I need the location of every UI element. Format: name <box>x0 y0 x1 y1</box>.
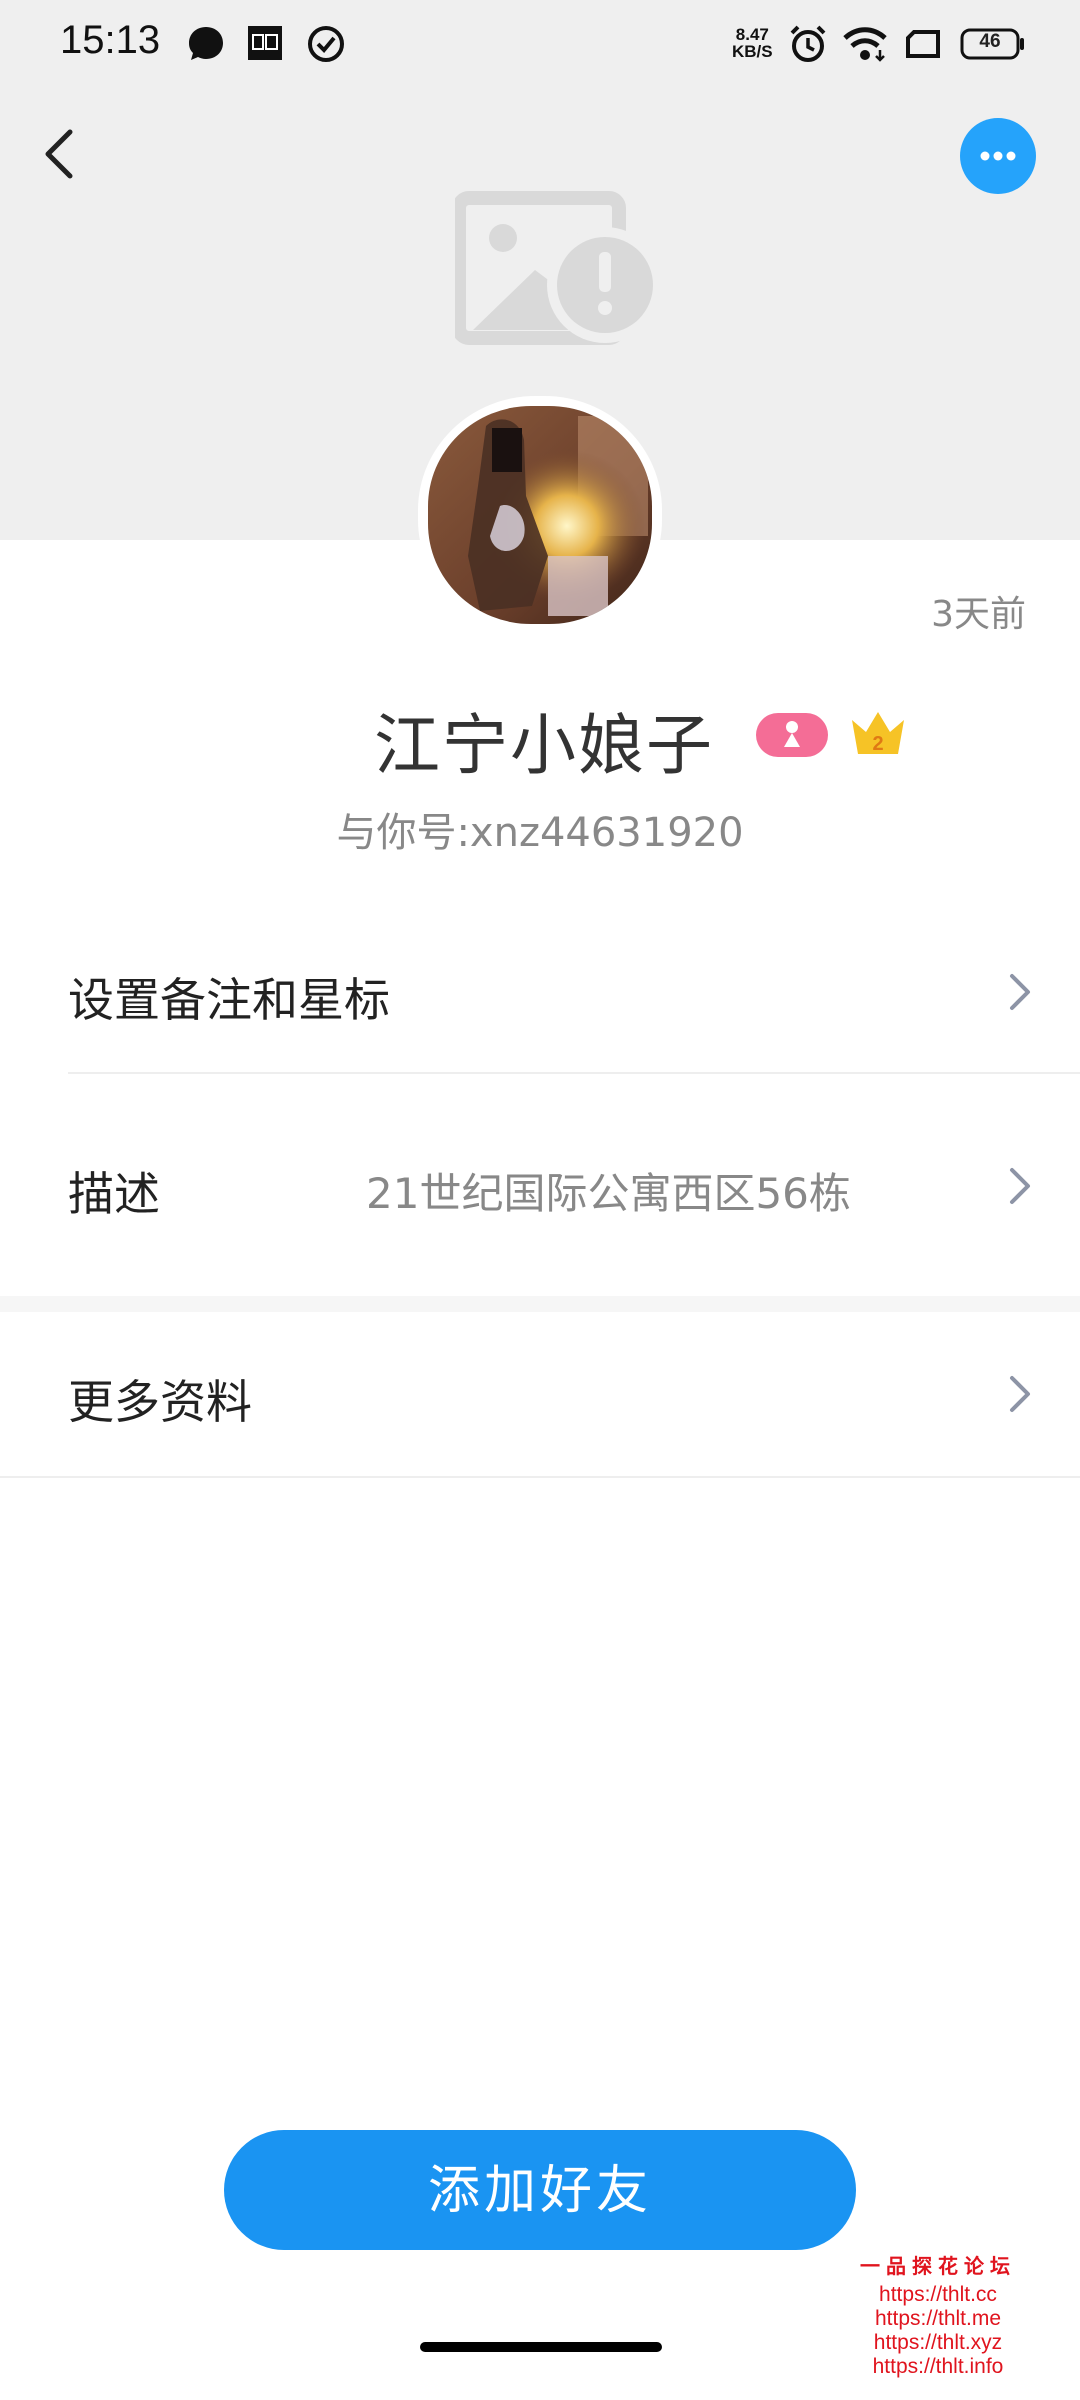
divider <box>68 1072 1080 1074</box>
chat-bubble-icon <box>189 27 223 60</box>
description-value: 21世纪国际公寓西区56栋 <box>366 1169 851 1218</box>
alarm-icon <box>790 25 826 62</box>
battery-level: 46 <box>979 31 1001 52</box>
watermark-url: https://thlt.me <box>874 2307 1002 2330</box>
avatar[interactable] <box>418 396 662 634</box>
section-gap <box>0 1296 1080 1312</box>
chevron-right-icon <box>1010 1376 1030 1412</box>
add-friend-button[interactable]: 添加好友 <box>224 2130 856 2250</box>
gender-badge <box>756 713 828 757</box>
broken-image-icon <box>455 191 663 345</box>
watermark-title: 一品探花论坛 <box>860 2256 1016 2278</box>
nickname: 江宁小娘子 <box>374 707 714 784</box>
more-dots-icon <box>980 151 1016 161</box>
crown-level-badge: 2 <box>848 708 908 762</box>
chevron-right-icon <box>1010 1168 1030 1204</box>
net-speed-value: 8.47 <box>735 25 769 44</box>
net-speed-unit: KB/S <box>732 42 773 61</box>
watermark-url: https://thlt.xyz <box>873 2331 1003 2354</box>
more-info-row[interactable]: 更多资料 <box>0 1316 1080 1478</box>
check-circle-icon <box>308 26 344 62</box>
set-remark-star-row[interactable]: 设置备注和星标 <box>0 912 1080 1074</box>
back-button[interactable] <box>38 120 86 188</box>
wifi-icon <box>843 27 887 62</box>
screen-rotate-icon <box>906 30 940 58</box>
more-options-button[interactable] <box>960 118 1036 194</box>
avatar-photo <box>428 406 652 624</box>
chevron-left-icon <box>45 129 73 179</box>
crown-icon: 2 <box>852 712 904 755</box>
row-label: 描述 <box>68 1167 160 1221</box>
network-speed: 8.47 KB/S <box>732 26 773 60</box>
watermark-url: https://thlt.cc <box>879 2283 997 2306</box>
chevron-right-icon <box>1010 974 1030 1010</box>
crown-level: 2 <box>872 733 883 755</box>
watermark-url: https://thlt.info <box>872 2355 1004 2378</box>
row-label: 设置备注和星标 <box>68 973 390 1027</box>
app-box-icon <box>248 26 282 60</box>
description-row[interactable]: 描述 21世纪国际公寓西区56栋 <box>0 1106 1080 1268</box>
battery-icon: 46 <box>960 28 1024 60</box>
row-label: 更多资料 <box>68 1375 252 1429</box>
divider <box>0 1476 1080 1478</box>
female-icon <box>784 721 800 747</box>
status-bar: 15:13 8.47 KB/S 46 <box>0 0 1080 90</box>
watermark: 一品探花论坛 https://thlt.cc https://thlt.me h… <box>852 2250 1024 2379</box>
account-id: 与你号:xnz44631920 <box>336 810 744 856</box>
status-time: 15:13 <box>60 18 161 62</box>
home-indicator[interactable] <box>420 2342 662 2352</box>
last-seen-time: 3天前 <box>931 594 1026 635</box>
